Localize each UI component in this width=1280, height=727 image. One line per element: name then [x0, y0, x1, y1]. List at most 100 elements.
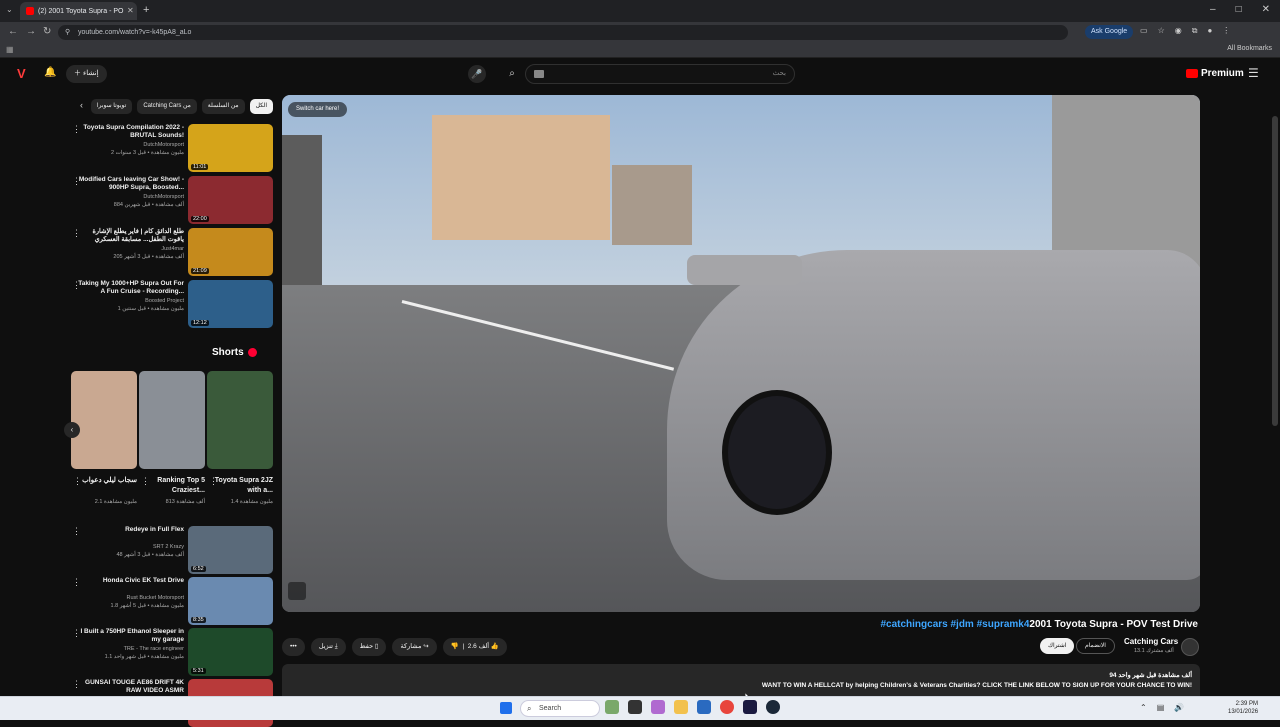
recommended-video-title[interactable]: طلع الدائق كام | فاير يطلع الإشارة ياقوت… — [76, 228, 185, 244]
share-button[interactable]: مشاركة ↪ — [392, 638, 437, 656]
extensions-puzzle-icon[interactable]: ⧉ — [1192, 26, 1198, 36]
recommended-video-title[interactable]: Redeye in Full Flex — [76, 526, 184, 534]
extension-icon[interactable]: ◉ — [1175, 26, 1182, 36]
recommended-video-channel[interactable]: Boosted Project — [145, 298, 184, 304]
like-thumb-icon[interactable]: 👍 — [491, 643, 499, 650]
browser-tab-active[interactable]: (2) 2001 Toyota Supra - PO — [20, 2, 137, 20]
switch-car-overlay-button[interactable]: Switch car here! — [288, 102, 348, 117]
profile-icon[interactable]: ● — [1207, 26, 1212, 36]
filter-chip[interactable]: الكل — [249, 98, 273, 114]
minimize-icon[interactable]: – — [1210, 4, 1216, 15]
new-tab-plus-icon[interactable]: + — [143, 4, 149, 16]
recommended-video[interactable]: ⋮ Honda Civic EK Test Drive Rust Bucket Mo… — [72, 577, 273, 625]
close-tab-icon[interactable]: ✕ — [127, 6, 134, 15]
player-overlay-button[interactable] — [288, 582, 306, 600]
guide-menu-icon[interactable]: ☰ — [1248, 66, 1259, 80]
video-thumbnail[interactable]: 12:12 — [188, 280, 273, 328]
taskbar-search-box[interactable]: ⌕ Search — [520, 700, 600, 717]
app-icon[interactable] — [743, 700, 757, 714]
short-options-icon[interactable]: ⋮ — [141, 476, 150, 487]
short-options-icon[interactable]: ⋮ — [73, 476, 82, 487]
recommended-video-title[interactable]: Honda Civic EK Test Drive — [76, 577, 184, 585]
copilot-icon[interactable] — [651, 700, 665, 714]
recommended-video-channel[interactable]: SRT 2 Krazy — [153, 544, 184, 550]
volume-icon[interactable]: 🔊 — [1174, 703, 1184, 712]
recommended-video-title[interactable]: GUNSAI TOUGE AE86 DRIFT 4K RAW VIDEO ASM… — [76, 679, 184, 695]
video-thumbnail[interactable]: 11:01 — [188, 124, 273, 172]
search-input[interactable]: بحث — [525, 64, 795, 84]
task-view-icon[interactable] — [628, 700, 642, 714]
recommended-video[interactable]: ⋮ Toyota Supra Compilation 2022 - BRUTAL … — [72, 124, 273, 172]
create-button[interactable]: ＋ إنشاء — [66, 65, 107, 83]
chrome-icon[interactable] — [720, 700, 734, 714]
profile-avatar-icon[interactable]: V — [17, 66, 31, 81]
store-icon[interactable] — [697, 700, 711, 714]
download-button[interactable]: تنزيل ⤓ — [310, 638, 346, 656]
recommended-video-channel[interactable]: Rust Bucket Motorsport — [127, 595, 184, 601]
keyboard-icon[interactable] — [534, 70, 544, 78]
maximize-icon[interactable]: □ — [1236, 4, 1242, 15]
close-window-icon[interactable]: ✕ — [1262, 4, 1270, 15]
recommended-video[interactable]: ⋮ Modified Cars leaving Car Show! - 900HP… — [72, 176, 273, 224]
notifications-bell-icon[interactable]: 🔔 — [44, 67, 56, 78]
video-thumbnail[interactable]: 6:52 — [188, 526, 273, 574]
search-icon[interactable]: ⌕ — [500, 64, 524, 84]
video-thumbnail[interactable]: 5:31 — [188, 628, 273, 676]
recommended-video-title[interactable]: Toyota Supra Compilation 2022 - BRUTAL S… — [76, 124, 184, 140]
video-thumbnail[interactable]: 21:09 — [188, 228, 273, 276]
recommended-video[interactable]: ⋮ طلع الدائق كام | فاير يطلع الإشارة ياقو… — [72, 228, 273, 276]
apps-grid-icon[interactable]: ▦ — [6, 45, 14, 54]
recommended-video-channel[interactable]: DutchMotorsport — [143, 142, 184, 148]
recommended-video[interactable]: ⋮ Taking My 1000+HP Supra Out For A Fun C… — [72, 280, 273, 328]
dislike-thumb-icon[interactable]: 👎 — [451, 643, 459, 650]
recommended-video-channel[interactable]: Just4mar — [161, 246, 184, 252]
recommended-video-channel[interactable]: TRE - The race engineer — [124, 646, 184, 652]
filter-chip[interactable]: تويوتا سوبرا — [90, 98, 133, 114]
bookmark-star-icon[interactable]: ☆ — [1158, 26, 1165, 36]
all-bookmarks-link[interactable]: All Bookmarks — [1227, 45, 1272, 52]
recommended-video-title[interactable]: Modified Cars leaving Car Show! - 900HP … — [76, 176, 184, 192]
short-options-icon[interactable]: ⋮ — [209, 476, 218, 487]
recommended-video[interactable]: ⋮ Redeye in Full Flex SRT 2 Krazy 48 ألف مش… — [72, 526, 273, 574]
cast-icon[interactable]: ▭ — [1140, 26, 1148, 36]
browser-menu-icon[interactable]: ⋮ — [1222, 26, 1230, 36]
url-omnibox[interactable]: ⚲ youtube.com/watch?v=-k45pA8_aLo — [58, 25, 1068, 40]
recommended-video-title[interactable]: I Built a 750HP Ethanol Sleeper in my ga… — [76, 628, 184, 644]
filter-chip[interactable]: Catching Cars من — [137, 98, 197, 114]
network-icon[interactable]: ▤ — [1157, 703, 1165, 712]
filter-chip[interactable]: من السلسلة — [201, 98, 245, 114]
video-hashtags[interactable]: #catchingcars #jdm #supramk4 — [880, 619, 1029, 630]
short-thumbnail[interactable] — [139, 371, 205, 469]
video-thumbnail[interactable]: 8:35 — [188, 577, 273, 625]
join-button[interactable]: الانضمام — [1076, 638, 1115, 654]
video-thumbnail[interactable]: 22:00 — [188, 176, 273, 224]
video-player[interactable]: Switch car here! — [282, 95, 1200, 612]
save-button[interactable]: حفظ ▯ — [351, 638, 387, 656]
more-actions-button[interactable]: ••• — [282, 638, 305, 656]
recommended-video-channel[interactable]: DutchMotorsport — [143, 194, 184, 200]
shorts-prev-arrow-icon[interactable]: ‹ — [64, 422, 80, 438]
tab-list-chevron-icon[interactable]: ⌄ — [6, 5, 13, 14]
back-arrow-icon[interactable]: ← — [8, 26, 18, 37]
reload-icon[interactable]: ↻ — [43, 26, 51, 37]
ask-google-button[interactable]: Ask Google — [1085, 25, 1134, 39]
site-info-icon[interactable]: ⚲ — [65, 25, 70, 40]
page-scrollbar[interactable] — [1272, 116, 1278, 426]
taskbar-clock[interactable]: 2:39 PM 13/01/2026 — [1228, 700, 1258, 716]
recommended-video[interactable]: ⋮ I Built a 750HP Ethanol Sleeper in my g… — [72, 628, 273, 676]
tray-chevron-icon[interactable]: ⌃ — [1140, 703, 1147, 712]
youtube-premium-logo[interactable]: Premium — [1186, 68, 1244, 79]
channel-name[interactable]: Catching Cars — [1124, 637, 1178, 646]
file-explorer-icon[interactable] — [674, 700, 688, 714]
short-thumbnail[interactable] — [207, 371, 273, 469]
windows-start-icon[interactable] — [500, 702, 512, 714]
subscribe-button[interactable]: اشتراك — [1040, 638, 1075, 654]
voice-search-mic-icon[interactable]: 🎤 — [468, 65, 486, 83]
recommended-video-title[interactable]: Taking My 1000+HP Supra Out For A Fun Cr… — [76, 280, 184, 296]
description-box[interactable]: 94 ألف مشاهدة قبل شهر واحد WANT TO WIN A… — [282, 664, 1200, 696]
widget-icon[interactable] — [605, 700, 619, 714]
short-thumbnail[interactable] — [71, 371, 137, 469]
steam-icon[interactable] — [766, 700, 780, 714]
channel-avatar[interactable] — [1181, 638, 1199, 656]
forward-arrow-icon[interactable]: → — [26, 26, 36, 37]
